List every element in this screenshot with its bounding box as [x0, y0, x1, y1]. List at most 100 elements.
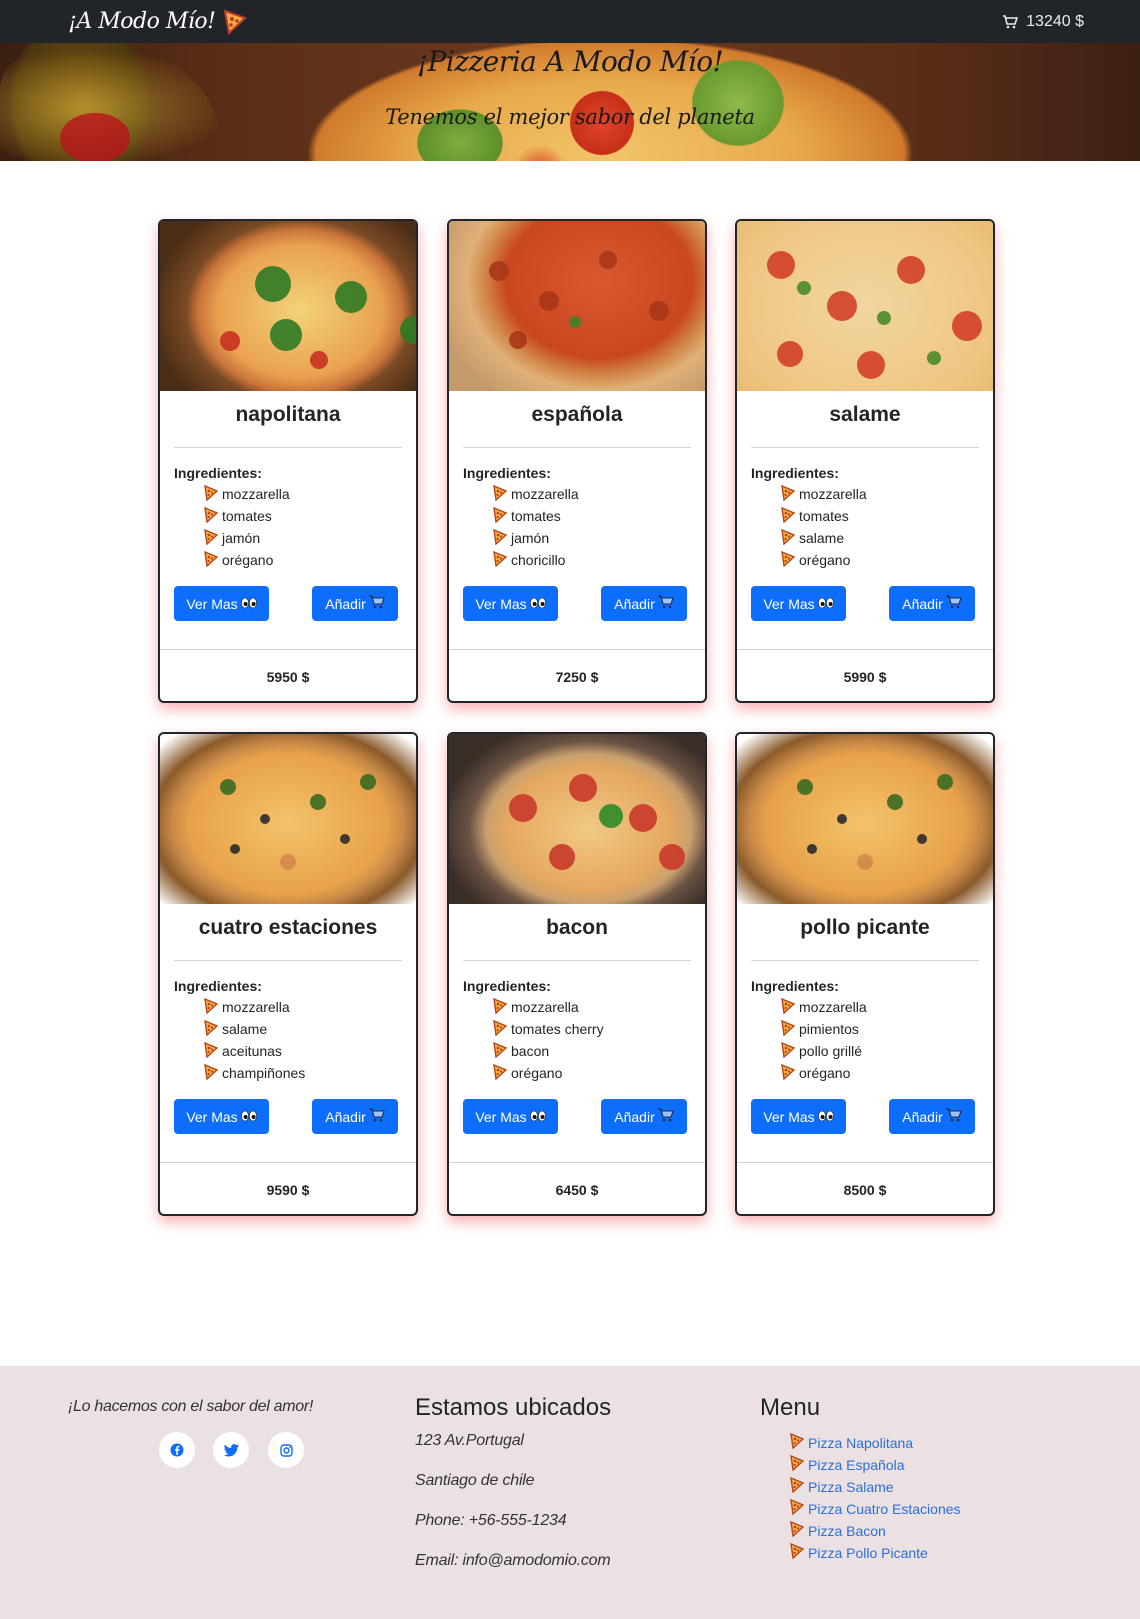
- pizza-image: [737, 221, 993, 391]
- divider: [463, 447, 691, 448]
- ingredient-item: tomates: [493, 505, 579, 527]
- add-to-cart-button[interactable]: Añadir: [312, 586, 398, 621]
- facebook-button[interactable]: [159, 1432, 195, 1468]
- brand-title[interactable]: ¡A Modo Mío!: [68, 9, 216, 34]
- ver-mas-button[interactable]: Ver Mas: [174, 1099, 269, 1134]
- ingredient-label: mozzarella: [222, 486, 290, 502]
- navbar: ¡A Modo Mío! 13240 $: [0, 0, 1140, 43]
- ver-mas-button[interactable]: Ver Mas: [751, 1099, 846, 1134]
- pizza-slice-icon: [204, 997, 219, 1017]
- phone-text: Phone: +56-555-1234: [415, 1512, 567, 1529]
- ingredient-label: mozzarella: [799, 486, 867, 502]
- add-to-cart-button[interactable]: Añadir: [601, 1099, 687, 1134]
- brand-logo[interactable]: ¡A Modo Mío!: [68, 8, 248, 35]
- topping: [310, 794, 326, 810]
- pizza-card: cuatro estaciones Ingredientes: mozzarel…: [158, 732, 418, 1216]
- topping: [767, 251, 795, 279]
- ingredient-item: orégano: [493, 1062, 604, 1084]
- ver-mas-button[interactable]: Ver Mas: [174, 586, 269, 621]
- divider: [449, 1162, 705, 1163]
- eyes-icon: [529, 1109, 546, 1125]
- divider: [160, 1162, 416, 1163]
- address-text: 123 Av.Portugal: [415, 1432, 524, 1449]
- cart-icon: [656, 1108, 674, 1125]
- add-to-cart-button[interactable]: Añadir: [601, 586, 687, 621]
- topping: [877, 311, 891, 325]
- cart-total[interactable]: 13240 $: [1002, 13, 1084, 31]
- ingredient-label: tomates: [799, 508, 849, 524]
- ingredient-item: tomates: [204, 505, 290, 527]
- menu-list-item: Pizza Napolitana: [790, 1432, 961, 1454]
- pizza-image: [737, 734, 993, 904]
- pizza-image: [449, 221, 705, 391]
- ver-mas-label: Ver Mas: [763, 1108, 815, 1125]
- divider: [449, 649, 705, 650]
- twitter-icon: [223, 1443, 239, 1456]
- ver-mas-label: Ver Mas: [763, 595, 815, 612]
- menu-list-item: Pizza Española: [790, 1454, 961, 1476]
- cart-icon: [944, 1108, 962, 1125]
- topping: [539, 291, 559, 311]
- topping: [489, 261, 509, 281]
- ingredients-list: mozzarella salame aceitunas champiñones: [204, 996, 305, 1084]
- add-label: Añadir: [614, 1108, 655, 1125]
- menu-link[interactable]: Pizza Cuatro Estaciones: [808, 1501, 961, 1517]
- ingredient-label: pimientos: [799, 1021, 859, 1037]
- topping: [230, 844, 240, 854]
- topping: [887, 794, 903, 810]
- instagram-button[interactable]: [268, 1432, 304, 1468]
- twitter-button[interactable]: [213, 1432, 249, 1468]
- cart-icon: [367, 595, 385, 612]
- topping: [509, 794, 537, 822]
- pizza-name: española: [531, 403, 623, 426]
- menu-link[interactable]: Pizza Pollo Picante: [808, 1545, 928, 1561]
- hero-banner: ¡Pizzeria A Modo Mío! Tenemos el mejor s…: [0, 43, 1140, 161]
- menu-link[interactable]: Pizza Bacon: [808, 1523, 886, 1539]
- pizza-slice-icon: [493, 484, 508, 504]
- eyes-icon: [240, 596, 257, 612]
- ingredient-label: tomates: [222, 508, 272, 524]
- ingredient-item: mozzarella: [204, 996, 305, 1018]
- add-label: Añadir: [325, 1108, 366, 1125]
- menu-link[interactable]: Pizza Salame: [808, 1479, 894, 1495]
- ver-mas-button[interactable]: Ver Mas: [463, 1099, 558, 1134]
- topping: [807, 844, 817, 854]
- topping: [952, 311, 982, 341]
- pizza-slice-icon: [781, 1019, 796, 1039]
- cart-icon: [944, 595, 962, 612]
- menu-list-item: Pizza Cuatro Estaciones: [790, 1498, 961, 1520]
- ingredient-label: aceitunas: [222, 1043, 282, 1059]
- divider: [174, 960, 402, 961]
- pizza-slice-icon: [790, 1498, 805, 1520]
- ingredients-label: Ingredientes:: [174, 465, 262, 481]
- ver-mas-button[interactable]: Ver Mas: [751, 586, 846, 621]
- topping: [837, 814, 847, 824]
- ingredient-label: bacon: [511, 1043, 550, 1059]
- cart-icon: [367, 1108, 385, 1125]
- topping: [927, 351, 941, 365]
- ingredient-label: choricillo: [511, 552, 566, 568]
- menu-link[interactable]: Pizza Española: [808, 1457, 905, 1473]
- ingredients-list: mozzarella pimientos pollo grillé orégano: [781, 996, 867, 1084]
- ingredient-item: salame: [204, 1018, 305, 1040]
- add-label: Añadir: [614, 595, 655, 612]
- topping: [340, 834, 350, 844]
- ingredients-list: mozzarella tomates salame orégano: [781, 483, 867, 571]
- pizza-card: española Ingredientes: mozzarella tomates…: [447, 219, 707, 703]
- topping: [797, 281, 811, 295]
- instagram-icon: [279, 1443, 293, 1457]
- add-to-cart-button[interactable]: Añadir: [312, 1099, 398, 1134]
- topping: [220, 779, 236, 795]
- add-to-cart-button[interactable]: Añadir: [889, 1099, 975, 1134]
- menu-link[interactable]: Pizza Napolitana: [808, 1435, 913, 1451]
- eyes-icon: [529, 596, 546, 612]
- topping: [255, 266, 291, 302]
- ingredient-label: jamón: [222, 530, 261, 546]
- ingredient-label: orégano: [222, 552, 274, 568]
- ver-mas-button[interactable]: Ver Mas: [463, 586, 558, 621]
- ingredient-item: orégano: [781, 549, 867, 571]
- topping: [777, 341, 803, 367]
- divider: [751, 960, 979, 961]
- pizza-card: pollo picante Ingredientes: mozzarella pi…: [735, 732, 995, 1216]
- add-to-cart-button[interactable]: Añadir: [889, 586, 975, 621]
